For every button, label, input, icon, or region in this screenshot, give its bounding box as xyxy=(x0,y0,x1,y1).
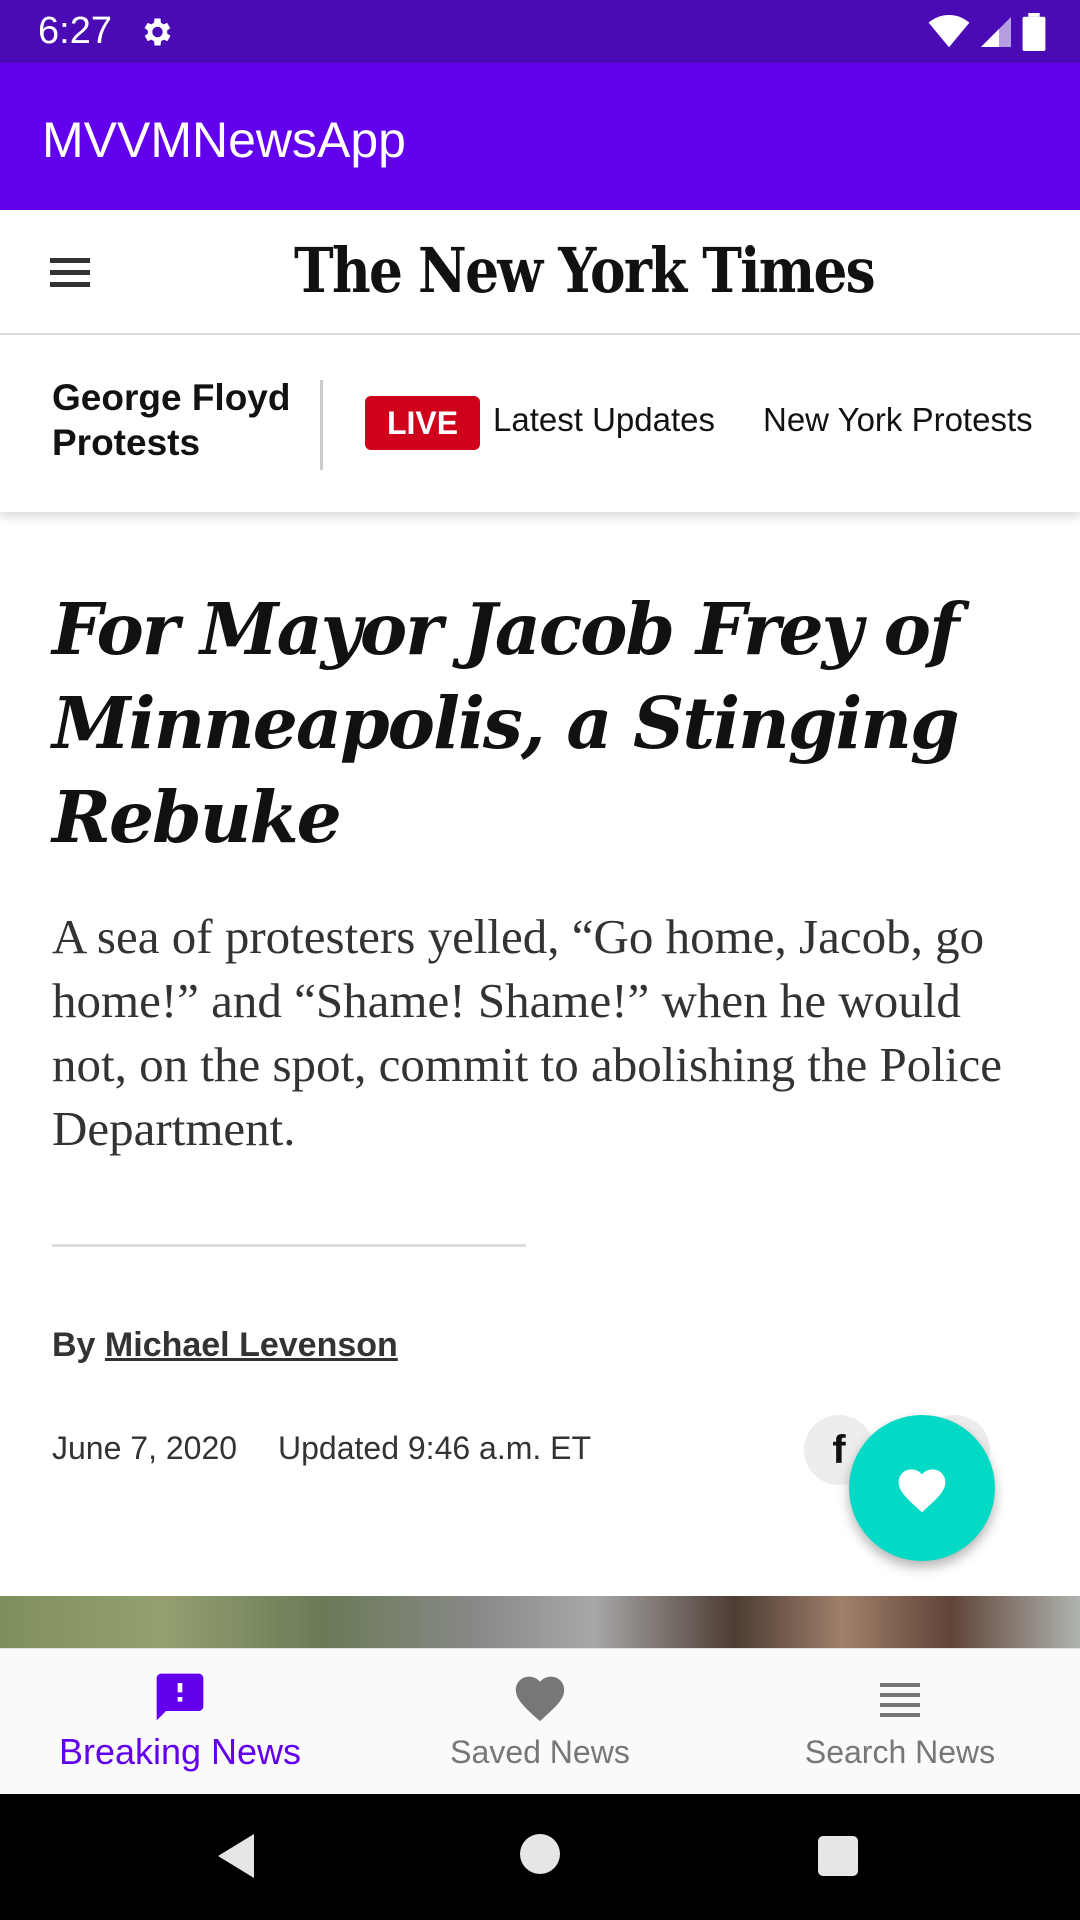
article-summary: A sea of protesters yelled, “Go home, Ja… xyxy=(52,909,1002,1156)
nav-breaking-news[interactable]: Breaking News xyxy=(0,1649,360,1795)
save-article-button[interactable] xyxy=(849,1415,995,1561)
nav-saved-news[interactable]: Saved News xyxy=(360,1649,720,1795)
nav-search-news[interactable]: Search News xyxy=(720,1649,1080,1795)
new-york-protests-link[interactable]: New York Protests xyxy=(763,401,1033,439)
back-icon[interactable] xyxy=(218,1834,258,1878)
bottom-nav: Breaking News Saved News Search News xyxy=(0,1648,1080,1794)
list-icon xyxy=(880,1683,920,1717)
battery-icon xyxy=(1022,13,1046,51)
system-nav-bar xyxy=(0,1794,1080,1920)
home-icon[interactable] xyxy=(520,1834,560,1874)
nyt-header: The New York Times xyxy=(0,210,1080,335)
nav-divider xyxy=(320,380,323,470)
app-title: MVVMNewsApp xyxy=(42,112,406,168)
article-image xyxy=(0,1596,1080,1648)
nav-label-saved-news: Saved News xyxy=(450,1734,630,1770)
article-headline: For Mayor Jacob Frey of Minneapolis, a S… xyxy=(52,587,960,859)
topic-label: George Floyd Protests xyxy=(52,377,291,463)
divider xyxy=(52,1244,526,1247)
live-badge[interactable]: LIVE xyxy=(365,396,480,450)
heart-icon xyxy=(898,1469,946,1513)
nyt-logo[interactable]: The New York Times xyxy=(294,234,876,307)
nav-label-search-news: Search News xyxy=(804,1734,996,1770)
app-bar: MVVMNewsApp xyxy=(0,63,1080,210)
byline: By Michael Levenson xyxy=(52,1326,398,1365)
recent-apps-icon[interactable] xyxy=(818,1836,858,1876)
status-bar: 6:27 xyxy=(0,0,1080,63)
byline-prefix: By xyxy=(52,1326,96,1364)
latest-updates-link[interactable]: Latest Updates xyxy=(493,401,715,439)
heart-icon xyxy=(515,1676,565,1722)
author-link[interactable]: Michael Levenson xyxy=(105,1326,398,1364)
updated-time: Updated 9:46 a.m. ET xyxy=(278,1430,592,1466)
alert-message-icon xyxy=(156,1673,204,1721)
wifi-icon xyxy=(928,15,970,48)
status-icons xyxy=(928,12,1046,52)
status-time: 6:27 xyxy=(38,10,112,52)
settings-gear-icon xyxy=(144,18,171,46)
story-nav: George Floyd Protests LIVE Latest Update… xyxy=(0,335,1080,512)
nav-label-breaking-news: Breaking News xyxy=(58,1731,302,1772)
hamburger-menu-icon[interactable] xyxy=(50,258,90,288)
topic-link[interactable]: George Floyd Protests xyxy=(52,375,292,465)
publish-date: June 7, 2020 xyxy=(52,1430,238,1466)
signal-icon xyxy=(981,17,1011,47)
